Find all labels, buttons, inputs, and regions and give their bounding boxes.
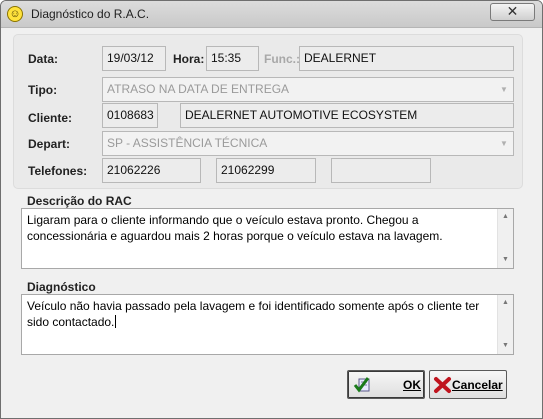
cliente-label: Cliente: — [28, 111, 73, 125]
diagnostico-textarea[interactable]: Veículo não havia passado pela lavagem e… — [21, 294, 514, 355]
data-field[interactable]: 19/03/12 — [102, 46, 166, 71]
text-caret — [115, 315, 117, 328]
telefones-label: Telefones: — [28, 164, 88, 178]
telefone-2-field[interactable]: 21062299 — [216, 158, 316, 183]
ok-button[interactable]: OK — [347, 370, 425, 399]
scroll-up-icon[interactable]: ▲ — [500, 212, 511, 222]
descricao-line-1: Ligaram para o cliente informando que o … — [27, 213, 419, 227]
depart-select[interactable]: SP - ASSISTÊNCIA TÉCNICA ▼ — [102, 131, 514, 156]
scroll-down-icon[interactable]: ▼ — [500, 341, 511, 351]
close-button[interactable]: ✕ — [490, 3, 535, 21]
diagnostico-label: Diagnóstico — [27, 280, 96, 294]
telefone-1-field[interactable]: 21062226 — [102, 158, 201, 183]
check-icon — [353, 377, 370, 393]
cliente-code-field[interactable]: 0108683 — [102, 103, 158, 128]
close-x-icon — [434, 377, 451, 393]
smiley-icon: ☺ — [7, 6, 23, 22]
chevron-down-icon[interactable]: ▼ — [497, 136, 511, 151]
data-label: Data: — [28, 52, 59, 66]
tipo-label: Tipo: — [28, 83, 58, 97]
diagnostico-line-1: Veículo não havia passado pela lavagem e… — [27, 299, 480, 313]
func-label: Func.: — [264, 52, 300, 66]
descricao-textarea[interactable]: Ligaram para o cliente informando que o … — [21, 208, 514, 269]
descricao-label: Descrição do RAC — [27, 194, 132, 208]
hora-label: Hora: — [173, 52, 205, 66]
diagnostico-scrollbar[interactable]: ▲ ▼ — [497, 295, 513, 354]
diagnostico-line-2: sido contactado. — [27, 315, 115, 329]
depart-label: Depart: — [28, 137, 71, 151]
cancel-label: Cancelar — [452, 378, 503, 392]
tipo-value: ATRASO NA DATA DE ENTREGA — [107, 82, 290, 96]
ok-label: OK — [403, 378, 421, 392]
cancel-button[interactable]: Cancelar — [429, 370, 507, 399]
chevron-down-icon[interactable]: ▼ — [497, 82, 511, 97]
cliente-name-field[interactable]: DEALERNET AUTOMOTIVE ECOSYSTEM — [180, 103, 514, 128]
descricao-scrollbar[interactable]: ▲ ▼ — [497, 209, 513, 268]
func-field[interactable]: DEALERNET — [299, 46, 514, 71]
descricao-line-2: concessionária e aguardou mais 2 horas p… — [27, 229, 443, 243]
scroll-up-icon[interactable]: ▲ — [500, 298, 511, 308]
rac-dialog-window: ☺ Diagnóstico do R.A.C. ✕ Data: 19/03/12… — [0, 0, 543, 419]
telefone-3-field[interactable] — [331, 158, 431, 183]
depart-value: SP - ASSISTÊNCIA TÉCNICA — [107, 136, 268, 150]
window-title: Diagnóstico do R.A.C. — [31, 7, 150, 21]
scroll-down-icon[interactable]: ▼ — [500, 255, 511, 265]
tipo-select[interactable]: ATRASO NA DATA DE ENTREGA ▼ — [102, 77, 514, 102]
hora-field[interactable]: 15:35 — [206, 46, 259, 71]
title-bar[interactable]: ☺ Diagnóstico do R.A.C. ✕ — [1, 1, 542, 28]
